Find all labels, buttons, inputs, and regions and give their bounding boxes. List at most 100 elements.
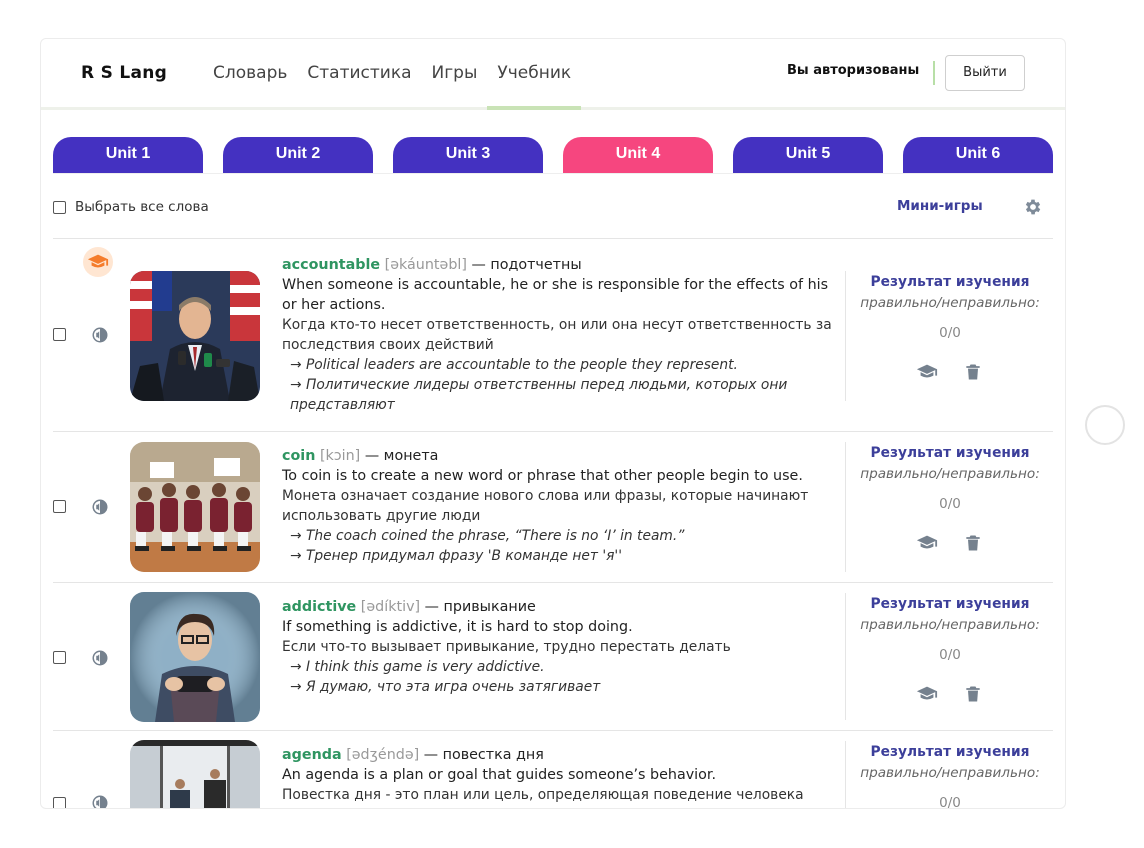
audio-icon[interactable] — [91, 498, 109, 516]
result-title: Результат изучения — [870, 445, 1030, 461]
study-result: Результат изучения правильно/неправильно… — [845, 442, 1054, 572]
result-score: 0/0 — [939, 795, 961, 809]
unit-tab-6[interactable]: Unit 6 — [903, 137, 1053, 173]
word-checkbox[interactable] — [53, 651, 66, 664]
header-divider — [933, 61, 935, 85]
word-image — [130, 740, 260, 808]
word-checkbox[interactable] — [53, 500, 66, 513]
word-transcription: [əkáuntəbl] — [384, 257, 467, 273]
trash-icon[interactable] — [962, 532, 984, 554]
scroll-to-top-button[interactable] — [1085, 405, 1125, 445]
example-ru-text: Тренер придумал фразу 'В команде нет 'я'… — [305, 548, 623, 564]
nav-textbook[interactable]: Учебник — [487, 39, 581, 110]
example-ru: → Я думаю, что эта игра очень затягивает — [282, 677, 832, 697]
brand-logo[interactable]: R S Lang — [81, 63, 167, 83]
mark-learned-icon[interactable] — [916, 532, 938, 554]
result-title: Результат изучения — [870, 596, 1030, 612]
audio-icon[interactable] — [91, 794, 109, 808]
trash-icon[interactable] — [962, 361, 984, 383]
unit-tabs: Unit 1 Unit 2 Unit 3 Unit 4 Unit 5 Unit 6 — [53, 137, 1053, 174]
word-actions — [846, 683, 1054, 705]
study-result: Результат изучения правильно/неправильно… — [845, 593, 1054, 720]
unit-tab-4[interactable]: Unit 4 — [563, 137, 713, 173]
result-subtitle: правильно/неправильно: — [860, 617, 1040, 633]
mark-learned-icon[interactable] — [916, 361, 938, 383]
study-result: Результат изучения правильно/неправильно… — [845, 741, 1054, 809]
mark-learned-icon[interactable] — [916, 683, 938, 705]
word-card: coin [kɔin] — монета To coin is to creat… — [53, 431, 1053, 582]
example-en-text: I think this game is very addictive. — [305, 659, 545, 675]
word-image — [130, 271, 260, 401]
result-subtitle: правильно/неправильно: — [860, 295, 1040, 311]
select-all-checkbox[interactable] — [53, 200, 66, 214]
nav-dictionary[interactable]: Словарь — [203, 39, 297, 107]
example-ru: → Тренер придумал фразу 'В команде нет '… — [282, 546, 832, 566]
arrow-icon: → — [290, 679, 306, 695]
word-card: accountable [əkáuntəbl] — подотчетны Whe… — [53, 238, 1053, 431]
example-en: → The coach coined the phrase, “There is… — [282, 526, 832, 546]
dash: — — [424, 599, 444, 615]
meaning-ru: Монета означает создание нового слова ил… — [282, 488, 809, 524]
dash: — — [364, 448, 384, 464]
result-title: Результат изучения — [870, 744, 1030, 760]
nav-statistics[interactable]: Статистика — [297, 39, 421, 107]
result-score: 0/0 — [939, 496, 961, 512]
word-info: accountable [əkáuntəbl] — подотчетны Whe… — [282, 255, 832, 415]
arrow-icon: → — [290, 528, 306, 544]
learned-badge — [83, 247, 113, 277]
toolbar: Выбрать все слова Мини-игры — [53, 189, 1053, 225]
meaning-en: To coin is to create a new word or phras… — [282, 468, 803, 484]
word-transcription: [ədʒéndə] — [346, 747, 420, 763]
word-card: addictive [ədíktiv] — привыкание If some… — [53, 582, 1053, 730]
word-info: coin [kɔin] — монета To coin is to creat… — [282, 446, 832, 566]
gear-icon[interactable] — [1023, 197, 1043, 217]
nav-games[interactable]: Игры — [422, 39, 488, 107]
word-text: coin — [282, 448, 316, 464]
word-transcription: [kɔin] — [319, 448, 361, 464]
audio-icon[interactable] — [91, 326, 109, 344]
word-translation: монета — [383, 448, 439, 464]
unit-tab-3[interactable]: Unit 3 — [393, 137, 543, 173]
meaning-en: If something is addictive, it is hard to… — [282, 619, 633, 635]
meaning-ru: Когда кто-то несет ответственность, он и… — [282, 317, 832, 353]
example-ru-text: Политические лидеры ответственны перед л… — [290, 377, 788, 413]
word-text: accountable — [282, 257, 381, 273]
word-info: agenda [ədʒéndə] — повестка дня An agend… — [282, 745, 832, 805]
example-en-text: Political leaders are accountable to the… — [305, 357, 738, 373]
trash-icon[interactable] — [962, 683, 984, 705]
word-text: agenda — [282, 747, 342, 763]
example-en-text: The coach coined the phrase, “There is n… — [305, 528, 685, 544]
audio-icon[interactable] — [91, 649, 109, 667]
result-title: Результат изучения — [870, 274, 1030, 290]
arrow-icon: → — [290, 377, 306, 393]
arrow-icon: → — [290, 659, 306, 675]
word-image — [130, 592, 260, 722]
word-translation: повестка дня — [442, 747, 544, 763]
unit-tab-2[interactable]: Unit 2 — [223, 137, 373, 173]
word-info: addictive [ədíktiv] — привыкание If some… — [282, 597, 832, 697]
example-en: → Political leaders are accountable to t… — [282, 355, 832, 375]
example-ru-text: Я думаю, что эта игра очень затягивает — [305, 679, 601, 695]
unit-tab-5[interactable]: Unit 5 — [733, 137, 883, 173]
logout-button[interactable]: Выйти — [945, 55, 1025, 91]
word-text: addictive — [282, 599, 357, 615]
word-checkbox[interactable] — [53, 797, 66, 808]
unit-tab-1[interactable]: Unit 1 — [53, 137, 203, 173]
word-actions — [846, 532, 1054, 554]
header: R S Lang Словарь Статистика Игры Учебник… — [41, 39, 1065, 110]
select-all-label: Выбрать все слова — [75, 199, 209, 215]
arrow-icon: → — [290, 548, 306, 564]
example-en: → I think this game is very addictive. — [282, 657, 832, 677]
main-nav: Словарь Статистика Игры Учебник — [203, 39, 581, 110]
word-transcription: [ədíktiv] — [360, 599, 421, 615]
result-subtitle: правильно/неправильно: — [860, 765, 1040, 781]
select-all[interactable]: Выбрать все слова — [53, 199, 209, 215]
word-card: agenda [ədʒéndə] — повестка дня An agend… — [53, 730, 1054, 809]
dash: — — [471, 257, 491, 273]
example-ru: → Политические лидеры ответственны перед… — [282, 375, 832, 415]
result-score: 0/0 — [939, 647, 961, 663]
word-checkbox[interactable] — [53, 328, 66, 341]
study-result: Результат изучения правильно/неправильно… — [845, 271, 1054, 401]
app-window: R S Lang Словарь Статистика Игры Учебник… — [40, 38, 1066, 809]
mini-games-link[interactable]: Мини-игры — [897, 198, 983, 214]
